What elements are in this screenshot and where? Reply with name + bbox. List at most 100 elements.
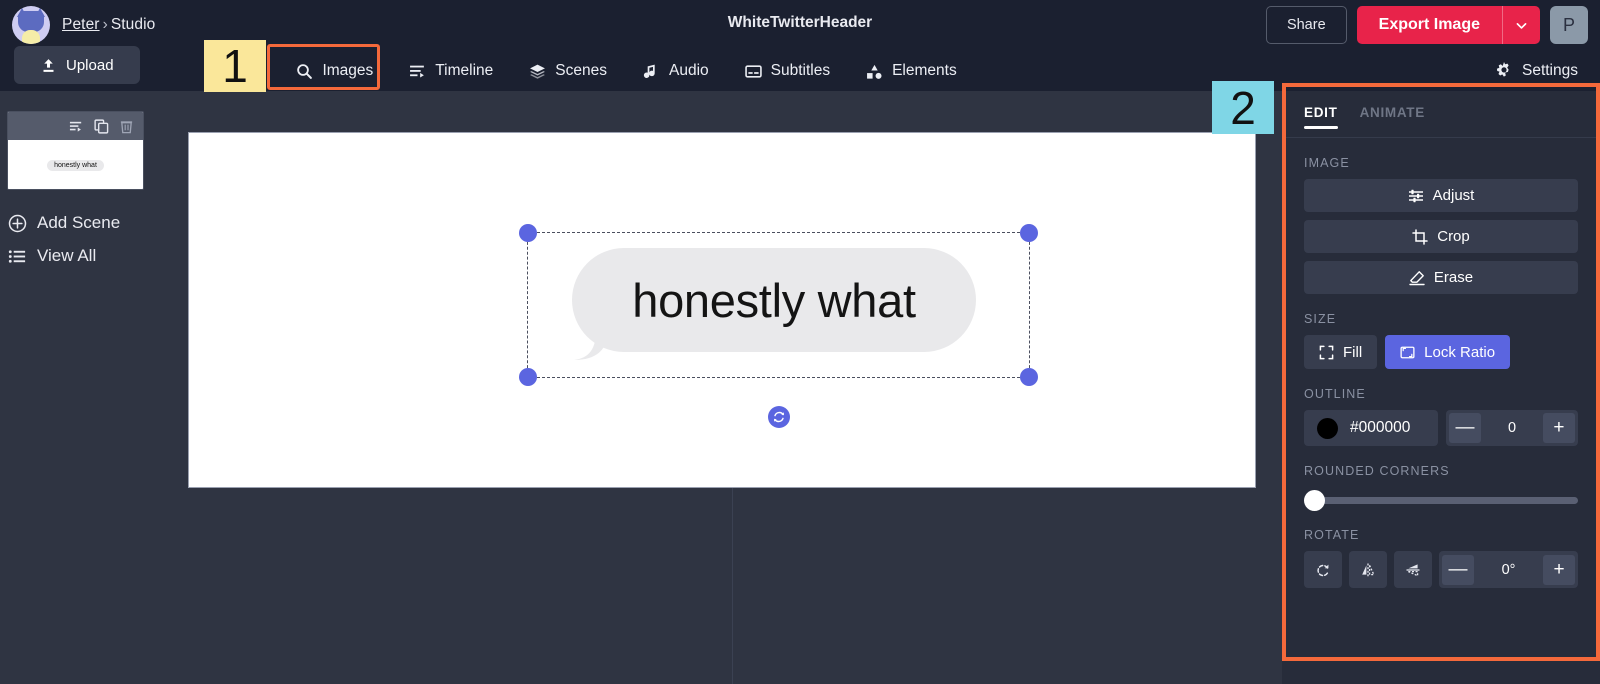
crop-icon <box>1412 229 1428 245</box>
nav-tabs: Tr Text Images Timeline Sce <box>188 51 975 91</box>
duplicate-icon[interactable] <box>94 119 109 134</box>
upload-label: Upload <box>66 57 114 74</box>
lock-ratio-button[interactable]: Lock Ratio <box>1385 335 1510 369</box>
section-label-rounded-corners: ROUNDED CORNERS <box>1304 464 1578 478</box>
tab-text-label: Text <box>232 62 260 80</box>
tab-audio[interactable]: Audio <box>625 51 727 91</box>
settings-button[interactable]: Settings <box>1495 51 1578 91</box>
chevron-down-icon[interactable] <box>1502 6 1540 44</box>
crop-button[interactable]: Crop <box>1304 220 1578 253</box>
scene-thumbnail: honestly what <box>8 140 143 190</box>
flip-vertical-icon[interactable] <box>1394 551 1432 588</box>
speech-bubble-image[interactable]: honestly what <box>572 248 976 362</box>
export-button-group: Export Image <box>1357 6 1540 44</box>
upload-button[interactable]: Upload <box>14 46 140 84</box>
tab-scenes[interactable]: Scenes <box>511 51 625 91</box>
rotate-angle-stepper: — 0° + <box>1439 551 1578 588</box>
avatar[interactable]: P <box>1550 6 1588 44</box>
add-scene-button[interactable]: Add Scene <box>8 213 120 233</box>
panel-divider <box>1282 137 1600 138</box>
top-bar-actions: Share Export Image P <box>1266 6 1588 44</box>
tab-animate[interactable]: ANIMATE <box>1360 91 1425 137</box>
outline-width-value: 0 <box>1508 420 1516 436</box>
resize-handle-top-left[interactable] <box>519 224 537 242</box>
tab-elements[interactable]: Elements <box>848 51 975 91</box>
fill-label: Fill <box>1343 344 1362 361</box>
fill-button[interactable]: Fill <box>1304 335 1377 369</box>
rotate-angle-value: 0° <box>1502 562 1516 578</box>
tab-edit[interactable]: EDIT <box>1304 91 1338 137</box>
trash-icon[interactable] <box>119 119 134 134</box>
canvas-area: honestly what <box>188 91 1282 684</box>
list-icon <box>8 247 27 266</box>
outline-color-hex: #000000 <box>1350 419 1410 437</box>
adjust-button[interactable]: Adjust <box>1304 179 1578 212</box>
view-all-button[interactable]: View All <box>8 246 96 266</box>
share-button[interactable]: Share <box>1266 6 1347 44</box>
erase-button[interactable]: Erase <box>1304 261 1578 294</box>
outline-color-swatch <box>1317 418 1338 439</box>
timeline-icon[interactable] <box>69 119 84 134</box>
rounded-corners-slider[interactable] <box>1304 490 1578 510</box>
resize-handle-bottom-right[interactable] <box>1020 368 1038 386</box>
outline-color-picker[interactable]: #000000 <box>1304 410 1438 446</box>
search-icon <box>296 63 313 80</box>
upload-icon <box>40 57 57 74</box>
resize-handle-bottom-left[interactable] <box>519 368 537 386</box>
plus-circle-icon <box>8 214 27 233</box>
tab-timeline-label: Timeline <box>435 62 493 80</box>
breadcrumb-separator: › <box>103 16 108 33</box>
size-controls: Fill Lock Ratio <box>1304 335 1578 369</box>
tab-text[interactable]: Tr Text <box>188 51 278 91</box>
scene-panel: honestly what Add Scene View All <box>0 91 188 684</box>
cat-avatar-icon[interactable] <box>12 6 50 44</box>
sliders-icon <box>1408 188 1424 204</box>
nav-bar: Upload Tr Text Images Timeline <box>0 51 1600 91</box>
scene-card-toolbar <box>8 112 143 140</box>
lock-ratio-label: Lock Ratio <box>1424 344 1495 361</box>
adjust-label: Adjust <box>1433 187 1475 204</box>
breadcrumb-text: Peter›Studio <box>62 16 155 34</box>
tab-images[interactable]: Images <box>278 51 391 91</box>
outline-controls: #000000 — 0 + <box>1304 410 1578 446</box>
section-label-rotate: ROTATE <box>1304 528 1578 542</box>
selection-box[interactable]: honestly what <box>527 232 1030 378</box>
properties-panel-tabs: EDIT ANIMATE <box>1282 91 1600 137</box>
outline-width-stepper: — 0 + <box>1446 410 1578 446</box>
eraser-icon <box>1409 270 1425 286</box>
rotate-increment-button[interactable]: + <box>1543 555 1575 585</box>
outline-width-increment-button[interactable]: + <box>1543 413 1575 443</box>
breadcrumb-section: Studio <box>111 16 156 33</box>
gear-icon <box>1495 62 1513 80</box>
text-icon: Tr <box>206 63 223 80</box>
crop-label: Crop <box>1437 228 1470 245</box>
view-all-label: View All <box>37 246 96 266</box>
rotate-icon[interactable] <box>768 406 790 428</box>
tab-images-label: Images <box>322 62 373 80</box>
outline-width-decrement-button[interactable]: — <box>1449 413 1481 443</box>
rotate-cw-icon[interactable] <box>1304 551 1342 588</box>
tab-timeline[interactable]: Timeline <box>391 51 511 91</box>
properties-panel-body: IMAGE Adjust Crop Erase SIZE <box>1282 156 1600 588</box>
speech-bubble-shape: honestly what <box>572 248 976 352</box>
canvas[interactable]: honestly what <box>188 132 1256 488</box>
shapes-icon <box>866 63 883 80</box>
tab-subtitles-label: Subtitles <box>771 62 830 80</box>
flip-horizontal-icon[interactable] <box>1349 551 1387 588</box>
rotate-decrement-button[interactable]: — <box>1442 555 1474 585</box>
section-label-size: SIZE <box>1304 312 1578 326</box>
breadcrumb: Peter›Studio <box>12 6 155 44</box>
subtitles-icon <box>745 63 762 80</box>
tab-subtitles[interactable]: Subtitles <box>727 51 848 91</box>
section-label-outline: OUTLINE <box>1304 387 1578 401</box>
resize-handle-top-right[interactable] <box>1020 224 1038 242</box>
breadcrumb-user-link[interactable]: Peter <box>62 16 100 33</box>
scene-card[interactable]: honestly what <box>7 111 144 190</box>
properties-panel: EDIT ANIMATE IMAGE Adjust Crop <box>1282 91 1600 684</box>
slider-track <box>1318 497 1578 504</box>
export-image-button[interactable]: Export Image <box>1357 6 1502 44</box>
rotate-controls: — 0° + <box>1304 551 1578 588</box>
slider-knob[interactable] <box>1304 490 1325 511</box>
scene-thumbnail-text: honestly what <box>47 160 104 171</box>
aspect-ratio-icon <box>1400 345 1415 360</box>
